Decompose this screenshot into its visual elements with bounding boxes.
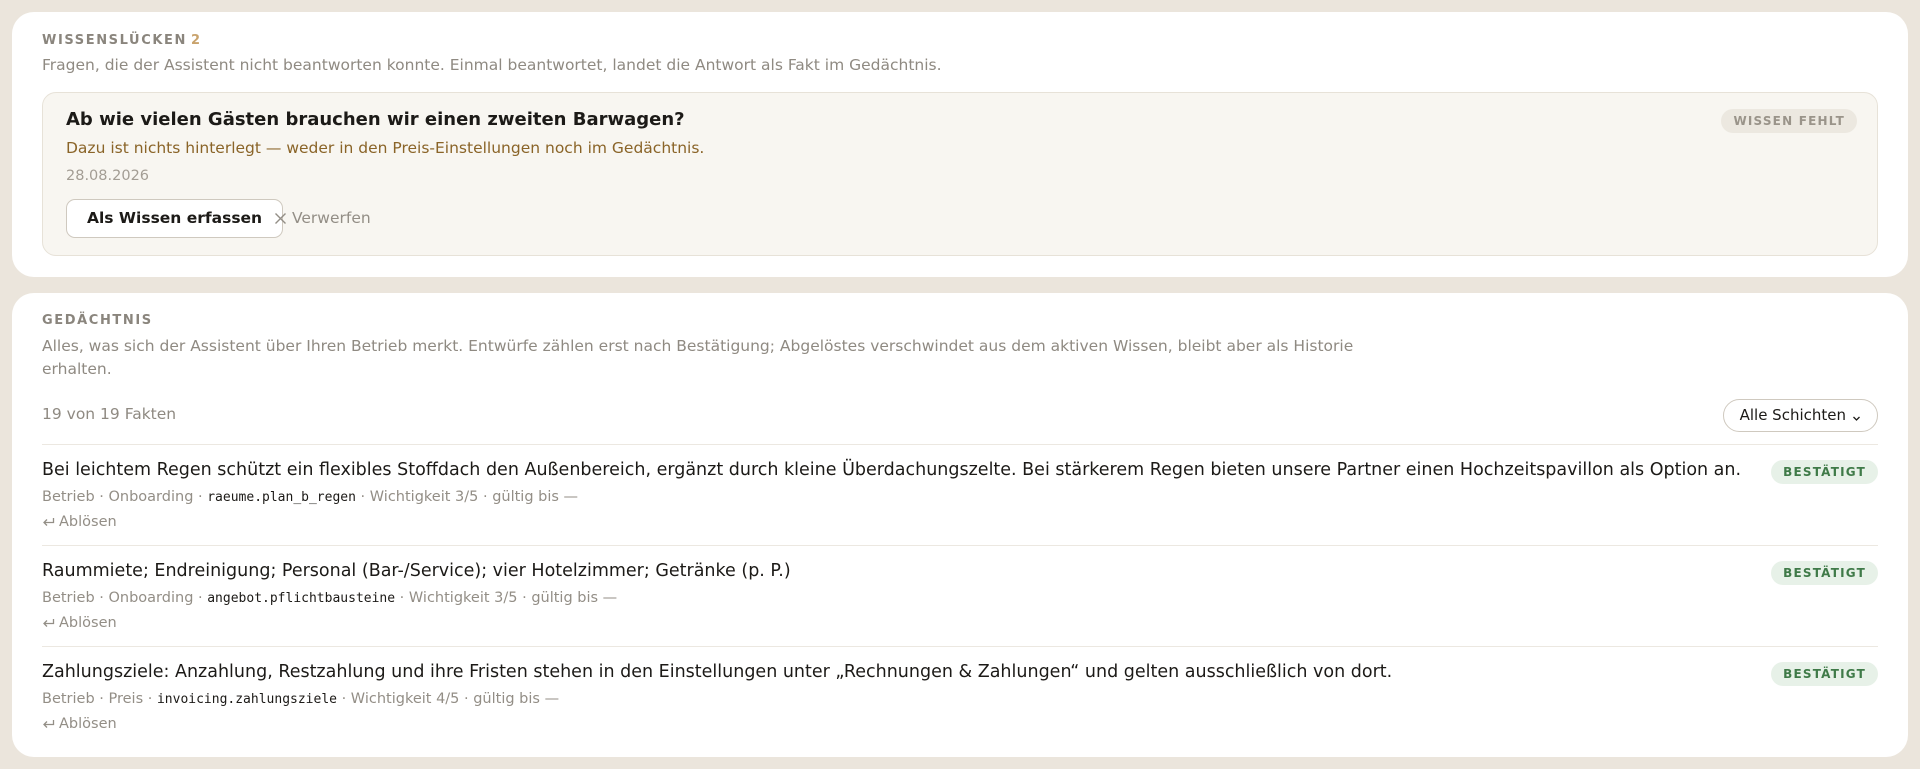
fact-meta-source: Betrieb · Onboarding · <box>42 590 208 606</box>
discard-button[interactable]: Verwerfen <box>274 209 371 227</box>
memory-card: GEDÄCHTNIS Alles, was sich der Assistent… <box>12 293 1908 757</box>
supersede-label: Ablösen <box>59 514 117 530</box>
knowledge-gaps-card: WISSENSLÜCKEN 2 Fragen, die der Assistent… <box>12 12 1908 277</box>
memory-description: Alles, was sich der Assistent über Ihren… <box>42 335 1353 381</box>
knowledge-gaps-title: WISSENSLÜCKEN <box>42 33 187 48</box>
chevron-down-icon <box>1853 416 1860 421</box>
confirmed-badge: BESTÄTIGT <box>1771 561 1878 585</box>
fact-meta-details: · Wichtigkeit 3/5 · gültig bis — <box>355 489 579 505</box>
gap-reason: Dazu ist nichts hinterlegt — weder in de… <box>66 139 705 157</box>
fact-text: Bei leichtem Regen schützt ein flexibles… <box>42 460 1742 480</box>
supersede-button[interactable]: Ablösen <box>42 615 117 631</box>
memory-description-line-2: erhalten. <box>42 360 112 378</box>
knowledge-gaps-count: 2 <box>191 33 202 48</box>
knowledge-gaps-description: Fragen, die der Assistent nicht beantwor… <box>42 56 942 74</box>
fact-key: angebot.pflichtbausteine <box>207 591 396 606</box>
divider <box>42 444 1878 445</box>
confirmed-badge: BESTÄTIGT <box>1771 662 1878 686</box>
capture-as-knowledge-button[interactable]: Als Wissen erfassen <box>66 199 284 238</box>
fact-meta-source: Betrieb · Onboarding · <box>42 489 208 505</box>
confirmed-badge: BESTÄTIGT <box>1771 460 1878 484</box>
return-arrow-icon <box>43 619 55 627</box>
fact-meta-source: Betrieb · Preis · <box>42 691 157 707</box>
divider <box>42 646 1878 647</box>
fact-text: Zahlungsziele: Anzahlung, Restzahlung un… <box>42 662 1393 682</box>
gap-date: 28.08.2026 <box>66 168 150 184</box>
return-arrow-icon <box>43 518 55 526</box>
supersede-label: Ablösen <box>59 615 117 631</box>
fact-item: Bei leichtem Regen schützt ein flexibles… <box>42 460 1878 552</box>
knowledge-gaps-heading: WISSENSLÜCKEN 2 <box>42 33 202 48</box>
knowledge-gap-item: Ab wie vielen Gästen brauchen wir einen … <box>42 92 1878 256</box>
fact-meta: Betrieb · Preis · invoicing.zahlungsziel… <box>42 691 559 707</box>
memory-title: GEDÄCHTNIS <box>42 313 153 328</box>
fact-meta-details: · Wichtigkeit 4/5 · gültig bis — <box>336 691 560 707</box>
knowledge-missing-badge: WISSEN FEHLT <box>1721 109 1857 133</box>
layer-filter-value: Alle Schichten <box>1739 406 1846 424</box>
fact-key: raeume.plan_b_regen <box>207 490 356 505</box>
fact-text: Raummiete; Endreinigung; Personal (Bar-/… <box>42 561 791 581</box>
close-icon <box>275 212 286 224</box>
fact-count: 19 von 19 Fakten <box>42 405 177 423</box>
fact-meta: Betrieb · Onboarding · raeume.plan_b_reg… <box>42 489 578 505</box>
layer-filter-select[interactable]: Alle Schichten <box>1722 399 1878 432</box>
memory-description-line-1: Alles, was sich der Assistent über Ihren… <box>42 337 1354 355</box>
discard-label: Verwerfen <box>292 209 371 227</box>
fact-meta-details: · Wichtigkeit 3/5 · gültig bis — <box>395 590 618 606</box>
supersede-button[interactable]: Ablösen <box>42 514 117 530</box>
supersede-button[interactable]: Ablösen <box>42 716 117 732</box>
fact-item: Zahlungsziele: Anzahlung, Restzahlung un… <box>42 662 1878 754</box>
fact-meta: Betrieb · Onboarding · angebot.pflichtba… <box>42 590 617 606</box>
divider <box>42 545 1878 546</box>
fact-key: invoicing.zahlungsziele <box>156 692 337 707</box>
gap-question: Ab wie vielen Gästen brauchen wir einen … <box>66 109 685 130</box>
supersede-label: Ablösen <box>59 716 117 732</box>
fact-item: Raummiete; Endreinigung; Personal (Bar-/… <box>42 561 1878 653</box>
return-arrow-icon <box>43 720 55 728</box>
